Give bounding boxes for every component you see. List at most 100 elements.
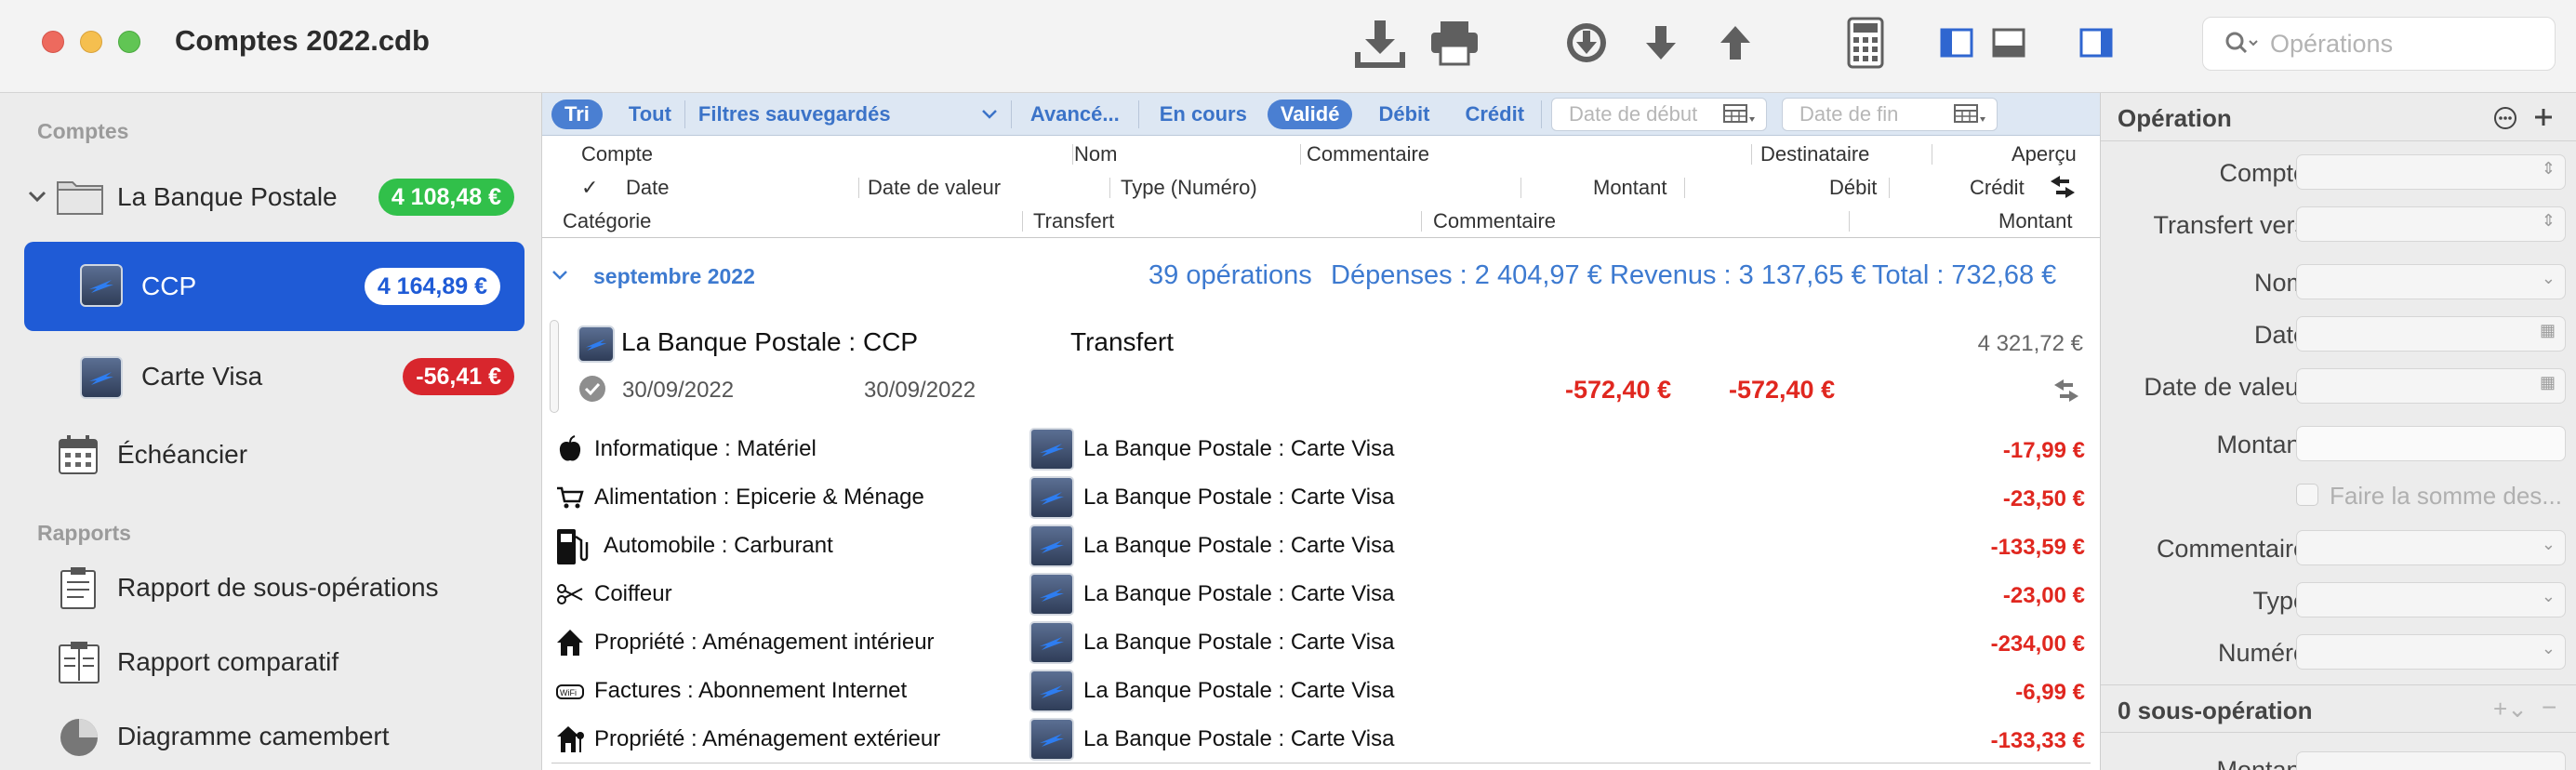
search-icon xyxy=(2225,32,2258,54)
column-header-type[interactable]: Type (Numéro) xyxy=(1121,176,1257,200)
account-select[interactable]: ⇕ xyxy=(2296,154,2566,190)
calendar-grid-icon[interactable] xyxy=(1954,103,1987,125)
filter-credit-button[interactable]: Crédit xyxy=(1448,100,1541,129)
toggle-sidebar-button[interactable] xyxy=(1934,13,1979,73)
minimize-window-button[interactable] xyxy=(80,31,102,53)
operation-account: La Banque Postale : CCP xyxy=(621,327,919,356)
sidebar-item-rapport-comparatif[interactable]: Rapport comparatif xyxy=(0,625,542,699)
chevron-down-icon: ⌄ xyxy=(2541,639,2556,657)
column-header-comment[interactable]: Commentaire xyxy=(1307,142,1429,166)
column-header-amount[interactable]: Montant xyxy=(1593,176,1667,200)
column-header-credit[interactable]: Crédit xyxy=(1970,176,2025,200)
column-header-amount[interactable]: Montant xyxy=(1998,209,2073,233)
comment-combobox[interactable]: ⌄ xyxy=(2296,530,2566,565)
column-header-preview[interactable]: Aperçu xyxy=(2012,142,2077,166)
number-combobox[interactable]: ⌄ xyxy=(2296,634,2566,670)
print-button[interactable] xyxy=(1425,13,1484,73)
split-category: Propriété : Aménagement intérieur xyxy=(594,630,935,655)
split-row[interactable]: WiFi Factures : Abonnement Internet La B… xyxy=(542,667,2100,715)
add-sub-operation-icon[interactable]: +⌄ xyxy=(2493,695,2528,724)
split-row[interactable]: Alimentation : Epicerie & Ménage La Banq… xyxy=(542,473,2100,522)
toggle-bottom-panel-button[interactable] xyxy=(1986,13,2031,73)
saved-filters-dropdown[interactable]: Filtres sauvegardés xyxy=(685,100,1011,129)
validated-check-icon[interactable] xyxy=(578,374,607,404)
close-window-button[interactable] xyxy=(42,31,64,53)
split-row[interactable]: Informatique : Matériel La Banque Postal… xyxy=(542,425,2100,473)
transfer-to-select[interactable]: ⇕ xyxy=(2296,206,2566,242)
split-row[interactable]: Propriété : Aménagement intérieur La Ban… xyxy=(542,618,2100,667)
sub-operations-title: 0 sous-opération xyxy=(2118,697,2313,724)
chevron-down-icon: ⌄ xyxy=(2541,535,2556,553)
bank-account-icon xyxy=(578,325,615,363)
advanced-filter-button[interactable]: Avancé... xyxy=(1012,100,1138,129)
move-down-button[interactable] xyxy=(1633,13,1689,73)
zoom-window-button[interactable] xyxy=(118,31,140,53)
search-input[interactable] xyxy=(2270,29,2549,59)
sub-operations-header: 0 sous-opération +⌄ − xyxy=(2101,684,2576,733)
move-up-button[interactable] xyxy=(1707,13,1763,73)
download-button[interactable] xyxy=(1557,13,1616,73)
bank-account-icon xyxy=(80,356,123,399)
column-header-name[interactable]: Nom xyxy=(1074,142,1117,166)
calendar-grid-icon[interactable] xyxy=(1723,103,1757,125)
group-total: Total : 732,68 € xyxy=(1872,260,2057,290)
sidebar-item-ccp[interactable]: CCP 4 164,89 € xyxy=(24,242,524,331)
toggle-inspector-button[interactable] xyxy=(2074,13,2118,73)
end-date-field[interactable]: Date de fin xyxy=(1782,97,1998,131)
remove-sub-operation-icon[interactable]: − xyxy=(2542,693,2556,723)
split-transfer-account: La Banque Postale : Carte Visa xyxy=(1083,726,1395,751)
column-header-date[interactable]: Date xyxy=(626,176,669,200)
sidebar-item-rapport-sous-operations[interactable]: Rapport de sous-opérations xyxy=(0,551,542,625)
start-date-field[interactable]: Date de début xyxy=(1551,97,1768,131)
column-header-transfer[interactable]: Transfert xyxy=(1033,209,1114,233)
operation-debit: -572,40 € xyxy=(1729,376,1836,404)
calendar-grid-icon[interactable]: ▦ xyxy=(2540,321,2556,340)
row-drag-handle[interactable] xyxy=(550,320,559,413)
column-header-row-1: Compte Nom Commentaire Destinataire Aper… xyxy=(542,137,2100,170)
column-header-debit[interactable]: Débit xyxy=(1829,176,1877,200)
filter-bar: Tri Tout Filtres sauvegardés Avancé... E… xyxy=(542,93,2100,136)
field-label: Montant xyxy=(2216,431,2307,458)
chevron-down-icon[interactable] xyxy=(28,190,46,203)
operation-date: 30/09/2022 xyxy=(622,378,735,403)
scissors-icon xyxy=(557,584,583,604)
split-row[interactable]: Coiffeur La Banque Postale : Carte Visa … xyxy=(542,570,2100,618)
panel-bottom-icon xyxy=(1992,28,2025,58)
import-button[interactable] xyxy=(1350,13,1410,73)
search-field[interactable] xyxy=(2202,17,2556,71)
sub-amount-input[interactable] xyxy=(2296,751,2566,770)
chevron-down-icon[interactable] xyxy=(551,270,568,281)
add-icon[interactable] xyxy=(2532,106,2555,128)
value-date-input[interactable]: ▦ xyxy=(2296,368,2566,404)
name-field: Nom ⌄ xyxy=(2101,257,2576,309)
filter-all-button[interactable]: Tout xyxy=(616,100,684,129)
column-header-account[interactable]: Compte xyxy=(581,142,653,166)
name-combobox[interactable]: ⌄ xyxy=(2296,264,2566,299)
sum-checkbox[interactable] xyxy=(2296,484,2318,506)
filter-debit-button[interactable]: Débit xyxy=(1360,100,1448,129)
sidebar-item-carte-visa[interactable]: Carte Visa -56,41 € xyxy=(0,334,542,419)
filter-pending-button[interactable]: En cours xyxy=(1139,100,1268,129)
amount-input[interactable] xyxy=(2296,426,2566,461)
column-header-value-date[interactable]: Date de valeur xyxy=(868,176,1001,200)
calendar-grid-icon[interactable]: ▦ xyxy=(2540,373,2556,392)
field-label: Compte xyxy=(2219,159,2307,187)
sidebar-item-diagramme-camembert[interactable]: Diagramme camembert xyxy=(0,699,542,770)
column-header-recipient[interactable]: Destinataire xyxy=(1760,142,1869,166)
month-group-header[interactable]: septembre 2022 39 opérations Dépenses : … xyxy=(542,251,2100,298)
column-header-check[interactable]: ✓ xyxy=(581,176,598,200)
inspector-title: Opération xyxy=(2118,104,2232,132)
sort-button[interactable]: Tri xyxy=(551,99,603,129)
split-row[interactable]: Propriété : Aménagement extérieur La Ban… xyxy=(542,715,2100,763)
filter-validated-button[interactable]: Validé xyxy=(1267,99,1353,129)
more-options-icon[interactable] xyxy=(2493,106,2517,130)
type-combobox[interactable]: ⌄ xyxy=(2296,582,2566,617)
column-header-category[interactable]: Catégorie xyxy=(563,209,651,233)
column-header-comment[interactable]: Commentaire xyxy=(1433,209,1556,233)
calculator-button[interactable] xyxy=(1838,13,1893,73)
sidebar-item-la-banque-postale[interactable]: La Banque Postale 4 108,48 € xyxy=(0,154,542,240)
sidebar-item-echeancier[interactable]: Échéancier xyxy=(0,412,542,498)
sidebar-right-icon xyxy=(2079,28,2113,58)
date-input[interactable]: ▦ xyxy=(2296,316,2566,352)
split-row[interactable]: Automobile : Carburant La Banque Postale… xyxy=(542,522,2100,570)
